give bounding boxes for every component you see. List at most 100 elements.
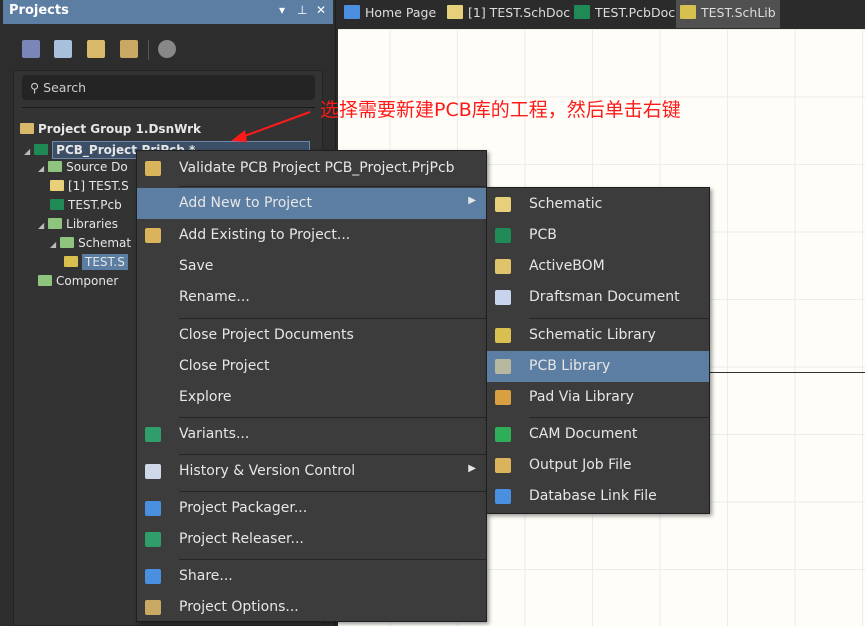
expand-icon[interactable]: ◢	[24, 147, 30, 156]
menu-item-label: Close Project Documents	[179, 327, 354, 343]
canvas-line	[708, 372, 865, 373]
pin-button[interactable]: ⊥	[297, 3, 307, 17]
folder-icon	[60, 237, 75, 248]
tree-item[interactable]: TEST.Pcb	[50, 198, 122, 212]
folder-settings-icon[interactable]	[120, 40, 138, 58]
clock-icon	[145, 464, 161, 479]
tab-1-test-schdoc[interactable]: [1] TEST.SchDoc	[443, 0, 574, 28]
menu-item-share[interactable]: Share...	[137, 561, 486, 592]
menu-item-variants[interactable]: Variants...	[137, 419, 486, 450]
menu-separator	[179, 318, 486, 319]
workspace-icon	[20, 123, 34, 134]
menu-item-label: CAM Document	[529, 426, 638, 442]
tab-label: [1] TEST.SchDoc	[468, 5, 571, 20]
tab-test-pcbdoc[interactable]: TEST.PcbDoc	[570, 0, 679, 28]
menu-item-label: Variants...	[179, 426, 250, 442]
packager-icon	[145, 501, 161, 516]
tab-test-schlib[interactable]: TEST.SchLib	[676, 0, 780, 28]
save-icon[interactable]	[22, 40, 40, 58]
menu-item-output-job-file[interactable]: Output Job File	[487, 450, 709, 481]
menu-item-draftsman-document[interactable]: Draftsman Document	[487, 282, 709, 313]
tree-item-label: Project Group 1.DsnWrk	[38, 122, 202, 136]
menu-item-explore[interactable]: Explore	[137, 382, 486, 413]
context-menu: Validate PCB Project PCB_Project.PrjPcb A…	[136, 150, 487, 622]
dblink-icon	[495, 489, 511, 504]
menu-item-label: Add Existing to Project...	[179, 227, 351, 243]
menu-item-history-version-control[interactable]: History & Version Control ▶	[137, 456, 486, 487]
variants-icon	[145, 427, 161, 442]
menu-item-label: PCB Library	[529, 358, 611, 374]
tree-item[interactable]: TEST.S	[64, 254, 128, 270]
menu-item-close-project[interactable]: Close Project	[137, 351, 486, 382]
menu-item-add-new-to-project[interactable]: Add New to Project ▶	[137, 188, 486, 219]
panel-menu-button[interactable]: ▾	[279, 3, 285, 17]
search-icon: ⚲	[30, 80, 40, 95]
tree-item[interactable]: ◢ Source Do	[38, 160, 128, 174]
schematic-icon	[495, 197, 511, 212]
menu-item-database-link-file[interactable]: Database Link File	[487, 481, 709, 512]
menu-item-save[interactable]: Save	[137, 251, 486, 282]
schlib-icon	[64, 256, 78, 267]
menu-item-label: Draftsman Document	[529, 289, 680, 305]
menu-item-project-options[interactable]: Project Options...	[137, 592, 486, 623]
menu-item-pcb-library[interactable]: PCB Library	[487, 351, 709, 382]
home-icon	[344, 5, 360, 19]
expand-icon[interactable]: ◢	[38, 221, 44, 230]
add-existing-icon	[145, 228, 161, 243]
menu-item-schematic-library[interactable]: Schematic Library	[487, 320, 709, 351]
expand-icon[interactable]: ◢	[38, 164, 44, 173]
menu-item-validate-pcb-project-pcb-project-prjpcb[interactable]: Validate PCB Project PCB_Project.PrjPcb	[137, 153, 486, 184]
tree-item[interactable]: [1] TEST.S	[50, 179, 129, 193]
menu-item-project-packager[interactable]: Project Packager...	[137, 493, 486, 524]
menu-separator	[179, 491, 486, 492]
menu-item-label: Validate PCB Project PCB_Project.PrjPcb	[179, 160, 455, 176]
schematic-doc-icon	[447, 5, 463, 19]
pcb-doc-icon	[50, 199, 64, 210]
tree-item-label: Schemat	[78, 236, 132, 250]
menu-item-label: Share...	[179, 568, 233, 584]
toolbar-divider	[148, 40, 149, 60]
expand-icon[interactable]: ◢	[50, 240, 56, 249]
menu-separator	[529, 417, 709, 418]
menu-item-rename[interactable]: Rename...	[137, 282, 486, 313]
menu-item-label: Schematic Library	[529, 327, 656, 343]
menu-item-schematic[interactable]: Schematic	[487, 189, 709, 220]
copy-icon[interactable]	[54, 40, 72, 58]
gear-icon[interactable]	[158, 40, 176, 58]
tree-item[interactable]: ◢ Schemat	[50, 236, 131, 250]
menu-item-label: Project Options...	[179, 599, 299, 615]
tab-home-page[interactable]: Home Page	[340, 0, 440, 28]
pcb-icon	[495, 228, 511, 243]
schlib-icon	[495, 328, 511, 343]
search-placeholder: Search	[43, 80, 87, 95]
tree-item[interactable]: ◢ Libraries	[38, 217, 118, 231]
menu-item-project-releaser[interactable]: Project Releaser...	[137, 524, 486, 555]
menu-item-label: Rename...	[179, 289, 250, 305]
menu-item-label: Pad Via Library	[529, 389, 634, 405]
menu-item-activebom[interactable]: ActiveBOM	[487, 251, 709, 282]
menu-item-pcb[interactable]: PCB	[487, 220, 709, 251]
tree-item-label: TEST.Pcb	[68, 198, 122, 212]
menu-separator	[179, 454, 486, 455]
menu-item-close-project-documents[interactable]: Close Project Documents	[137, 320, 486, 351]
padvia-icon	[495, 390, 511, 405]
submenu-arrow-icon: ▶	[468, 195, 476, 206]
menu-separator	[179, 559, 486, 560]
menu-item-label: Explore	[179, 389, 232, 405]
menu-item-add-existing-to-project[interactable]: Add Existing to Project...	[137, 220, 486, 251]
menu-item-cam-document[interactable]: CAM Document	[487, 419, 709, 450]
pcb-doc-icon	[574, 5, 590, 19]
releaser-icon	[145, 532, 161, 547]
menu-item-label: Save	[179, 258, 214, 274]
close-panel-button[interactable]: ✕	[316, 3, 326, 17]
tree-item[interactable]: Componer	[38, 274, 118, 288]
add-new-submenu: Schematic PCB ActiveBOM Draftsman Document S…	[486, 187, 710, 514]
tree-item[interactable]: Project Group 1.DsnWrk	[20, 122, 201, 136]
search-input[interactable]: ⚲ Search	[22, 75, 315, 100]
folder-search-icon[interactable]	[87, 40, 105, 58]
pcblib-icon	[495, 359, 511, 374]
menu-item-label: Add New to Project	[179, 195, 312, 211]
menu-item-pad-via-library[interactable]: Pad Via Library	[487, 382, 709, 413]
schlib-icon	[680, 5, 696, 19]
submenu-arrow-icon: ▶	[468, 463, 476, 474]
